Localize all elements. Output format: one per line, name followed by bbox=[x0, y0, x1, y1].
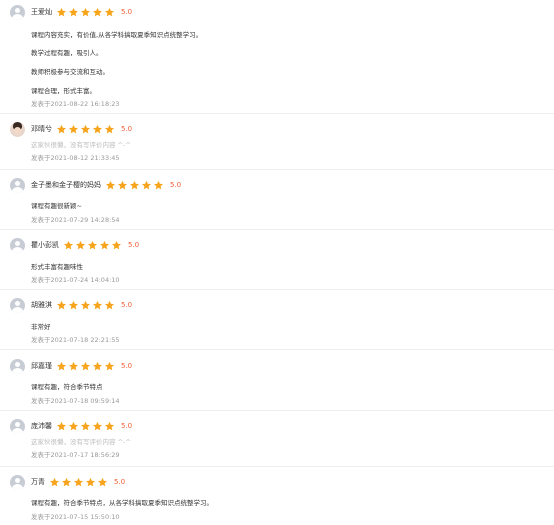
reviewer-name[interactable]: 瞿小彭凯 bbox=[31, 240, 59, 250]
star-rating bbox=[105, 180, 165, 191]
review-text: 这家伙很懒，没有写评价内容 ^-^ bbox=[31, 141, 131, 149]
star-icon bbox=[112, 240, 121, 249]
reviewer-name[interactable]: 邱嘉瑾 bbox=[31, 361, 52, 371]
review-text: 教师积极参与交流和互动。 bbox=[31, 68, 109, 76]
star-icon bbox=[86, 477, 95, 486]
divider bbox=[0, 229, 554, 230]
star-icon bbox=[69, 300, 78, 309]
star-icon bbox=[69, 7, 78, 16]
post-time: 发表于2021-08-12 21:33:45 bbox=[31, 154, 120, 162]
reviewer-name[interactable]: 金子墨和金子樱的妈妈 bbox=[31, 180, 101, 190]
avatar[interactable] bbox=[10, 358, 25, 374]
avatar[interactable] bbox=[10, 297, 25, 313]
star-icon bbox=[81, 300, 90, 309]
post-time: 发表于2021-07-24 14:04:10 bbox=[31, 276, 120, 284]
star-icon bbox=[118, 180, 127, 189]
star-icon bbox=[93, 7, 102, 16]
avatar[interactable] bbox=[10, 237, 25, 253]
rating-score: 5.0 bbox=[121, 362, 133, 370]
star-icon bbox=[93, 421, 102, 430]
star-icon bbox=[81, 124, 90, 133]
star-rating bbox=[56, 421, 116, 432]
review-text: 课程有趣，符合季节特点 bbox=[31, 383, 103, 391]
star-icon bbox=[105, 421, 114, 430]
reviewer-name[interactable]: 王爱灿 bbox=[31, 7, 52, 17]
star-icon bbox=[81, 7, 90, 16]
star-icon bbox=[93, 300, 102, 309]
review-text: 课程有趣很新颖~ bbox=[31, 202, 82, 210]
star-icon bbox=[93, 124, 102, 133]
star-icon bbox=[100, 240, 109, 249]
reviewer-name[interactable]: 万青 bbox=[31, 477, 45, 487]
divider bbox=[0, 466, 554, 467]
review-text: 课程内容充实，有价值,从各学科搞取夏季知识点统整学习。 bbox=[31, 31, 203, 39]
star-icon bbox=[57, 361, 66, 370]
post-time: 发表于2021-07-29 14:28:54 bbox=[31, 216, 120, 224]
post-time: 发表于2021-08-22 16:18:23 bbox=[31, 100, 120, 108]
rating-score: 5.0 bbox=[121, 422, 133, 430]
avatar[interactable] bbox=[10, 418, 25, 434]
star-rating bbox=[56, 7, 116, 18]
avatar[interactable] bbox=[10, 474, 25, 490]
star-icon bbox=[88, 240, 97, 249]
reviewer-name[interactable]: 邓晴兮 bbox=[31, 124, 52, 134]
star-icon bbox=[105, 300, 114, 309]
star-icon bbox=[105, 361, 114, 370]
review-text: 非常好 bbox=[31, 323, 51, 331]
star-icon bbox=[81, 361, 90, 370]
divider bbox=[0, 113, 554, 114]
rating-score: 5.0 bbox=[128, 241, 140, 249]
reviewer-name[interactable]: 庞沛馨 bbox=[31, 421, 52, 431]
review-text: 课程有趣，符合季节特点，从各学科搞取夏季知识点统整学习。 bbox=[31, 499, 213, 507]
rating-score: 5.0 bbox=[121, 8, 133, 16]
divider bbox=[0, 169, 554, 170]
star-icon bbox=[57, 300, 66, 309]
star-icon bbox=[154, 180, 163, 189]
star-icon bbox=[62, 477, 71, 486]
rating-score: 5.0 bbox=[121, 301, 133, 309]
rating-score: 5.0 bbox=[121, 125, 133, 133]
post-time: 发表于2021-07-18 22:21:55 bbox=[31, 336, 120, 344]
star-icon bbox=[74, 477, 83, 486]
divider bbox=[0, 349, 554, 350]
post-time: 发表于2021-07-18 09:59:14 bbox=[31, 397, 120, 405]
star-icon bbox=[69, 421, 78, 430]
star-rating bbox=[56, 361, 116, 372]
star-icon bbox=[93, 361, 102, 370]
star-icon bbox=[105, 7, 114, 16]
post-time: 发表于2021-07-17 18:56:29 bbox=[31, 451, 120, 459]
star-rating bbox=[56, 300, 116, 311]
review-text: 教学过程有趣，吸引人。 bbox=[31, 49, 103, 57]
rating-score: 5.0 bbox=[114, 478, 126, 486]
star-icon bbox=[81, 421, 90, 430]
star-icon bbox=[57, 421, 66, 430]
star-icon bbox=[57, 124, 66, 133]
star-rating bbox=[63, 240, 123, 251]
star-icon bbox=[130, 180, 139, 189]
rating-score: 5.0 bbox=[170, 181, 182, 189]
review-text: 课程合理，形式丰富。 bbox=[31, 87, 96, 95]
star-icon bbox=[69, 124, 78, 133]
divider bbox=[0, 289, 554, 290]
star-icon bbox=[50, 477, 59, 486]
star-icon bbox=[142, 180, 151, 189]
star-rating bbox=[56, 124, 116, 135]
review-text: 形式丰富有趣味性 bbox=[31, 263, 83, 271]
star-icon bbox=[57, 7, 66, 16]
star-icon bbox=[64, 240, 73, 249]
post-time: 发表于2021-07-15 15:50:10 bbox=[31, 513, 120, 521]
star-rating bbox=[49, 477, 109, 488]
star-icon bbox=[98, 477, 107, 486]
star-icon bbox=[105, 124, 114, 133]
avatar[interactable] bbox=[10, 4, 25, 20]
avatar[interactable] bbox=[10, 177, 25, 193]
avatar[interactable] bbox=[10, 121, 25, 137]
star-icon bbox=[106, 180, 115, 189]
star-icon bbox=[76, 240, 85, 249]
review-text: 这家伙很懒，没有写评价内容 ^-^ bbox=[31, 438, 131, 446]
star-icon bbox=[69, 361, 78, 370]
divider bbox=[0, 410, 554, 411]
reviewer-name[interactable]: 胡雅淇 bbox=[31, 300, 52, 310]
